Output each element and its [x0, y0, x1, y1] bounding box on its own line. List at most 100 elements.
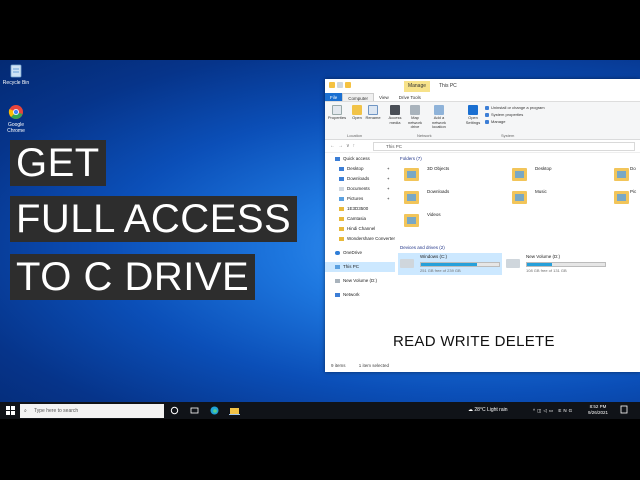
nav-downloads[interactable]: Downloads ✦ — [325, 174, 395, 184]
desktop-icon-label: Recycle Bin — [2, 80, 30, 86]
tab-drive-tools[interactable]: Drive Tools — [394, 93, 426, 101]
status-selected-count: 1 item selected — [358, 363, 390, 368]
nav-desktop[interactable]: Desktop ✦ — [325, 164, 395, 174]
window-title: This PC — [439, 83, 457, 89]
banner-line-1: GET — [10, 140, 106, 186]
folder-item[interactable]: Downloads — [400, 188, 500, 210]
uninstall-program-link[interactable]: Uninstall or change a program — [485, 105, 545, 110]
desktop-icon-label: Google Chrome — [7, 122, 25, 134]
folder-icon — [404, 214, 419, 227]
tab-computer[interactable]: Computer — [342, 93, 375, 101]
properties-icon — [337, 82, 343, 88]
folder-item[interactable]: Do — [610, 165, 640, 187]
desktop-icon-chrome[interactable]: Google Chrome — [0, 104, 32, 134]
nav-folder[interactable]: Hindi Channel — [325, 224, 395, 234]
file-explorer-window: Manage This PC File Computer View Drive … — [325, 79, 640, 372]
manage-tab[interactable]: Manage — [404, 81, 430, 92]
address-text: This PC — [386, 144, 403, 149]
add-network-location-button[interactable]: Add a network location — [429, 105, 449, 130]
folder-icon — [614, 168, 629, 181]
button-label: Properties — [327, 115, 347, 120]
nav-new-volume[interactable]: New Volume (D:) — [325, 276, 395, 286]
rename-button[interactable]: Rename — [363, 105, 383, 121]
group-label-location: Location — [347, 133, 363, 138]
nav-documents[interactable]: Documents ✦ — [325, 184, 395, 194]
weather-widget[interactable]: ☁ 28°C Light rain — [468, 402, 508, 419]
map-network-drive-button[interactable]: Map network drive — [405, 105, 425, 130]
media-icon — [390, 105, 400, 115]
drive-item-d[interactable]: New Volume (D:) 108 GB free of 131 GB — [504, 253, 608, 275]
folder-icon — [339, 217, 344, 221]
tab-file[interactable]: File — [325, 93, 343, 101]
nav-folder[interactable]: Camtasia — [325, 214, 395, 224]
notification-icon[interactable] — [620, 405, 628, 415]
nav-label: Pictures — [347, 196, 364, 201]
recycle-bin-icon — [8, 62, 24, 78]
open-settings-button[interactable]: Open Settings — [463, 105, 483, 125]
drive-item-c[interactable]: Windows (C:) 251 GB free of 239 GB — [398, 253, 502, 275]
nav-label: Wondershare Converter — [347, 236, 395, 241]
folders-section-header[interactable]: Folders (7) — [396, 154, 640, 164]
button-label: Add a network location — [431, 115, 446, 129]
link-label: Manage — [491, 119, 506, 124]
nav-onedrive[interactable]: OneDrive — [325, 248, 395, 258]
uninstall-icon — [485, 106, 489, 110]
task-view-icon[interactable] — [190, 406, 199, 415]
weather-text: 28°C Light rain — [474, 407, 508, 413]
clock[interactable]: 8:52 PM 9/26/2021 — [588, 404, 608, 416]
folder-item[interactable]: Music — [508, 188, 608, 210]
quick-access-toolbar[interactable] — [329, 82, 359, 90]
nav-folder[interactable]: Wondershare Converter — [325, 234, 395, 244]
navigation-arrows[interactable]: ←→∨↑ — [330, 143, 358, 149]
desktop-icon — [339, 167, 344, 171]
nav-label: Camtasia — [347, 216, 367, 221]
manage-link[interactable]: Manage — [485, 119, 505, 124]
edge-icon[interactable] — [210, 406, 219, 415]
cortana-icon[interactable] — [170, 406, 179, 415]
folder-icon — [404, 191, 419, 204]
document-icon — [339, 187, 344, 191]
title-bar: Manage This PC — [325, 79, 640, 93]
language-indicator[interactable]: ENG — [558, 408, 574, 413]
drives-section-header[interactable]: Devices and drives (2) — [396, 243, 445, 253]
drive-usage-bar — [420, 262, 500, 267]
banner-line-2: FULL ACCESS — [10, 196, 298, 242]
nav-pictures[interactable]: Pictures ✦ — [325, 194, 395, 204]
button-label: Rename — [365, 115, 381, 120]
nav-label: Hindi Channel — [347, 226, 376, 231]
drive-free-space: 108 GB free of 131 GB — [526, 268, 567, 273]
taskbar-search-box[interactable]: ⌕ Type here to search — [20, 404, 164, 418]
properties-button[interactable]: Properties — [327, 105, 347, 121]
nav-this-pc[interactable]: This PC — [325, 262, 395, 272]
pin-icon: ✦ — [386, 176, 390, 181]
address-bar[interactable]: This PC — [373, 142, 635, 151]
nav-network[interactable]: Network — [325, 290, 395, 300]
drive-label: New Volume (D:) — [526, 254, 561, 259]
access-media-button[interactable]: Access media — [385, 105, 405, 125]
folder-label: Desktop — [535, 166, 552, 171]
cloud-icon — [335, 251, 340, 255]
windows-logo-icon — [6, 406, 15, 415]
content-pane: Folders (7) 3D Objects Desktop Do Downlo… — [396, 154, 640, 357]
nav-quick-access[interactable]: Quick access — [325, 154, 395, 164]
folder-label: Do — [630, 166, 636, 171]
folder-icon — [512, 191, 527, 204]
drive-usage-fill — [421, 263, 478, 266]
folder-item[interactable]: Videos — [400, 211, 500, 233]
start-button[interactable] — [6, 406, 15, 415]
folder-item[interactable]: Pic — [610, 188, 640, 210]
desktop-icon-recycle-bin[interactable]: Recycle Bin — [0, 62, 32, 86]
nav-label: Desktop — [347, 166, 364, 171]
pin-icon: ✦ — [386, 196, 390, 201]
system-properties-link[interactable]: System properties — [485, 112, 523, 117]
nav-label: OneDrive — [343, 250, 363, 255]
folder-item[interactable]: 3D Objects — [400, 165, 500, 187]
link-label: Uninstall or change a program — [491, 105, 545, 110]
folder-item[interactable]: Desktop — [508, 165, 608, 187]
tab-view[interactable]: View — [374, 93, 394, 101]
network-icon — [335, 293, 340, 297]
system-tray[interactable]: ^◫◁▭ ENG — [533, 402, 574, 419]
nav-folder[interactable]: 1E3D3500 — [325, 204, 395, 214]
file-explorer-taskbar-icon[interactable] — [229, 406, 240, 415]
drive-usage-bar — [526, 262, 606, 267]
